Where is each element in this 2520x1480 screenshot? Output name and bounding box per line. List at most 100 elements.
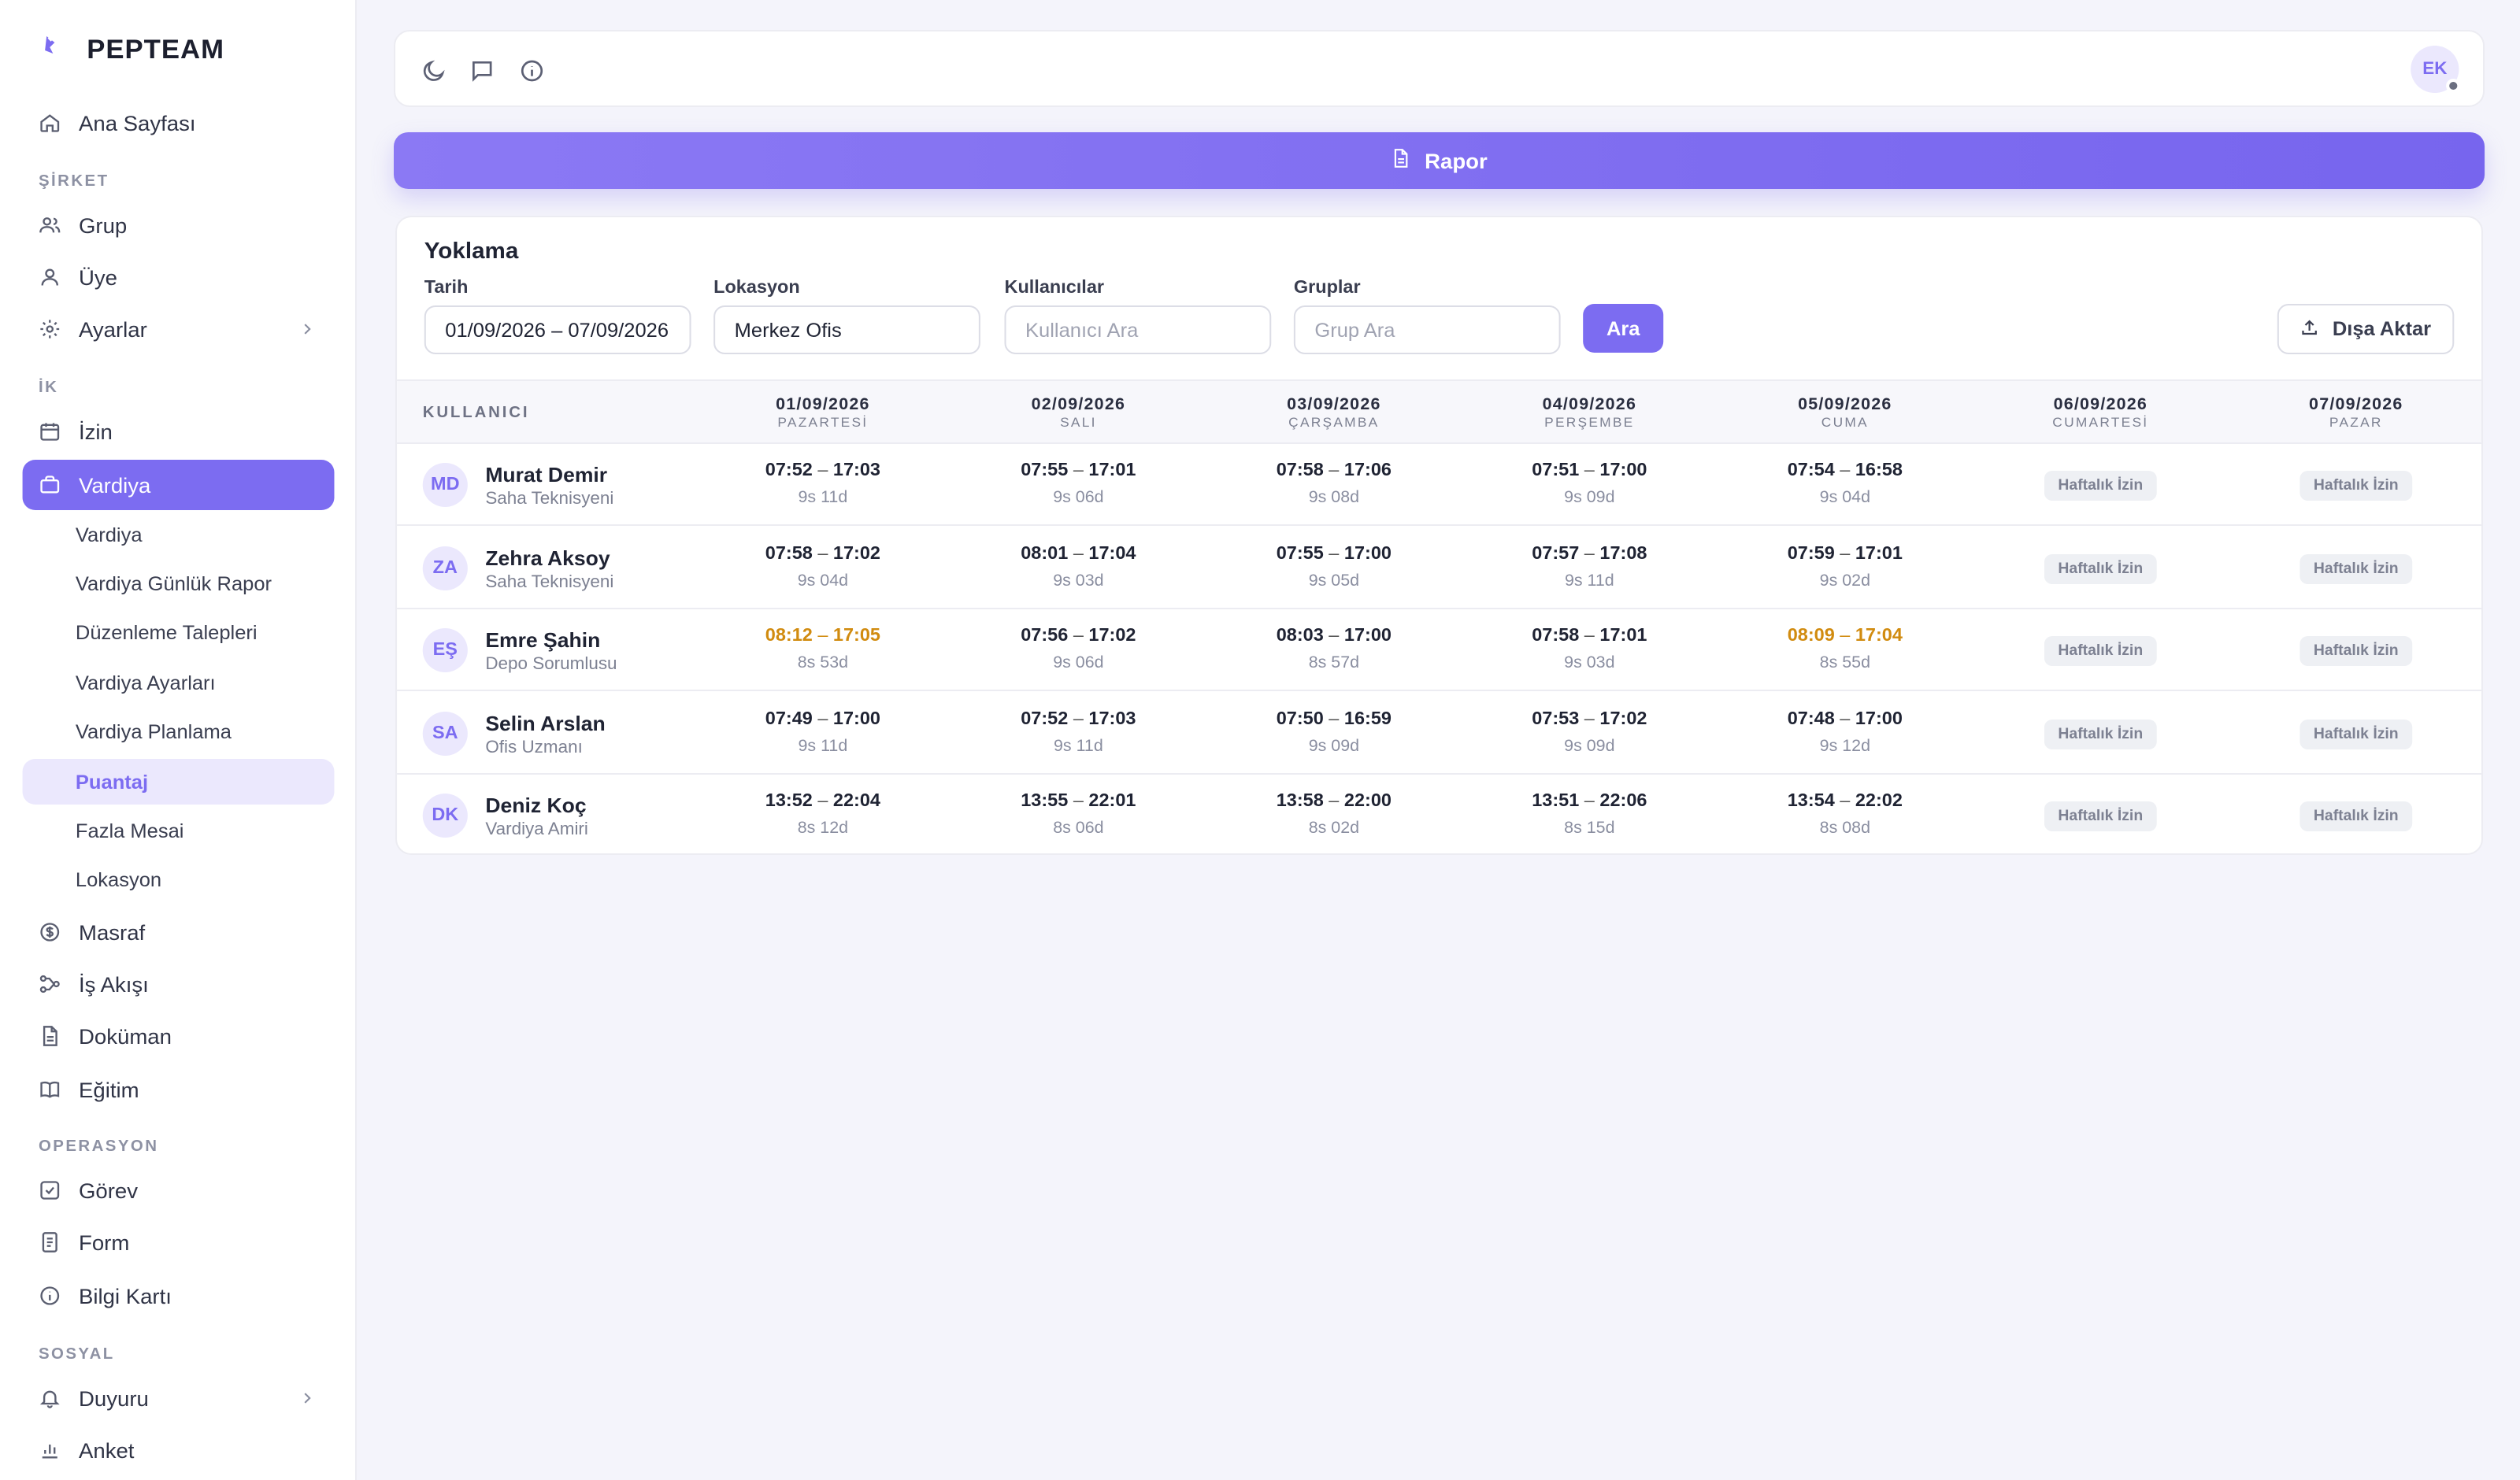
clock-in-time: 07:55	[1021, 461, 1069, 480]
sub-puantaj[interactable]: Puantaj	[22, 759, 335, 805]
brand[interactable]: PEPTEAM	[29, 31, 224, 69]
attendance-cell[interactable]: 07:54 – 16:58 9s 04d	[1748, 460, 1941, 509]
user-name[interactable]: Deniz Koç	[485, 794, 586, 817]
attendance-cell[interactable]: 13:58 – 22:00 8s 02d	[1237, 790, 1430, 839]
clock-in-time: 07:58	[765, 544, 813, 563]
user-name[interactable]: Emre Şahin	[485, 628, 600, 652]
time-separator: –	[1323, 792, 1344, 811]
groups-search-input[interactable]: Grup Ara	[1293, 305, 1561, 354]
attendance-cell[interactable]: 08:12 – 17:05 8s 53d	[726, 625, 919, 674]
attendance-cell[interactable]: 07:52 – 17:03 9s 11d	[726, 460, 919, 509]
nav-form[interactable]: Form	[23, 1217, 335, 1267]
attendance-cell[interactable]: 07:56 – 17:02 9s 06d	[982, 625, 1175, 674]
nav-gorev[interactable]: Görev	[23, 1165, 335, 1215]
user-name[interactable]: Murat Demir	[485, 463, 607, 487]
nav-grup[interactable]: Grup	[23, 200, 335, 250]
nav-uye[interactable]: Üye	[23, 252, 335, 302]
user-name[interactable]: Zehra Aksoy	[485, 546, 610, 569]
nav-vardiya[interactable]: Vardiya	[22, 460, 335, 510]
shift-duration: 9s 03d	[1564, 653, 1615, 672]
attendance-cell[interactable]: 07:50 – 16:59 9s 09d	[1237, 708, 1430, 757]
day-date: 07/09/2026	[2309, 395, 2403, 414]
shift-duration: 9s 09d	[1564, 488, 1615, 507]
nav-label: Form	[78, 1230, 130, 1254]
attendance-cell[interactable]: 07:57 – 17:08 9s 11d	[1493, 542, 1686, 591]
search-button[interactable]: Ara	[1583, 304, 1664, 353]
attendance-cell[interactable]: 13:54 – 22:02 8s 08d	[1748, 790, 1941, 839]
nav-duyuru[interactable]: Duyuru	[23, 1373, 335, 1423]
nav-is-akisi[interactable]: İş Akışı	[23, 959, 335, 1009]
attendance-cell[interactable]: 13:51 – 22:06 8s 15d	[1493, 790, 1686, 839]
nav-izin[interactable]: İzin	[23, 406, 335, 457]
attendance-cell[interactable]: 07:52 – 17:03 9s 11d	[982, 708, 1175, 757]
table-row[interactable]: SA Selin Arslan Ofis Uzmanı 07:49 – 17:00 9s…	[397, 692, 2481, 774]
table-row[interactable]: MD Murat Demir Saha Teknisyeni 07:52 – 17:0…	[397, 444, 2481, 526]
nav-dokuman[interactable]: Doküman	[23, 1011, 335, 1061]
weekly-off-badge: Haftalık İzin	[2044, 471, 2157, 501]
moon-icon[interactable]	[421, 58, 447, 83]
nav-bilgi-karti[interactable]: Bilgi Kartı	[23, 1271, 335, 1321]
sub-vardiya[interactable]: Vardiya	[23, 512, 335, 557]
time-separator: –	[1323, 627, 1344, 646]
sub-fazla-mesai[interactable]: Fazla Mesai	[23, 808, 335, 853]
attendance-cell[interactable]: 07:55 – 17:01 9s 06d	[982, 460, 1175, 509]
day-date: 06/09/2026	[2053, 395, 2148, 414]
date-range-input[interactable]: 01/09/2026 – 07/09/2026	[424, 305, 691, 354]
clock-out-time: 17:05	[832, 627, 880, 646]
table-row[interactable]: ZA Zehra Aksoy Saha Teknisyeni 07:58 – 17:0…	[397, 527, 2481, 609]
nav-ayarlar[interactable]: Ayarlar	[23, 304, 335, 354]
time-separator: –	[812, 544, 833, 563]
user-name[interactable]: Selin Arslan	[485, 711, 605, 734]
clock-out-time: 17:02	[1088, 627, 1136, 646]
users-search-input[interactable]: Kullanıcı Ara	[1004, 305, 1272, 354]
day-weekday: CUMARTESİ	[2052, 414, 2149, 430]
attendance-cell[interactable]: 07:59 – 17:01 9s 02d	[1748, 542, 1941, 591]
sub-duzenleme-talepleri[interactable]: Düzenleme Talepleri	[23, 609, 335, 655]
attendance-cell[interactable]: 07:58 – 17:01 9s 03d	[1493, 625, 1686, 674]
nav-masraf[interactable]: Masraf	[23, 907, 335, 957]
attendance-cell[interactable]: 13:55 – 22:01 8s 06d	[982, 790, 1175, 839]
checkbox-icon	[39, 1179, 61, 1201]
attendance-cell[interactable]: 07:48 – 17:00 9s 12d	[1748, 708, 1941, 757]
shift-duration: 8s 15d	[1564, 819, 1615, 838]
attendance-cell[interactable]: 08:03 – 17:00 8s 57d	[1237, 625, 1430, 674]
attendance-cell[interactable]: 07:55 – 17:00 9s 05d	[1237, 542, 1430, 591]
info-icon[interactable]	[519, 58, 545, 83]
attendance-cell[interactable]: 07:58 – 17:02 9s 04d	[726, 542, 919, 591]
attendance-cell[interactable]: 07:53 – 17:02 9s 09d	[1493, 708, 1686, 757]
table-row[interactable]: EŞ Emre Şahin Depo Sorumlusu 08:12 – 17:05 8…	[397, 609, 2481, 691]
sub-lokasyon[interactable]: Lokasyon	[23, 857, 335, 902]
attendance-cell[interactable]: 07:49 – 17:00 9s 11d	[726, 708, 919, 757]
shift-duration: 9s 06d	[1053, 653, 1104, 672]
attendance-cell[interactable]: 07:51 – 17:00 9s 09d	[1493, 460, 1686, 509]
clock-out-time: 17:03	[832, 461, 880, 480]
nav-home[interactable]: Ana Sayfası	[23, 98, 335, 148]
clock-out-time: 16:59	[1343, 709, 1392, 728]
chat-icon[interactable]	[469, 58, 495, 83]
briefcase-icon	[39, 474, 61, 496]
day-column-header: 03/09/2026 ÇARŞAMBA	[1237, 396, 1430, 431]
attendance-cell[interactable]: 13:52 – 22:04 8s 12d	[726, 790, 919, 839]
table-row[interactable]: DK Deniz Koç Vardiya Amiri 13:52 – 22:04 8s …	[397, 775, 2481, 853]
location-select[interactable]: Merkez Ofis	[713, 305, 980, 354]
clock-out-time: 17:04	[1855, 627, 1903, 646]
sub-vardiya-gunluk-rapor[interactable]: Vardiya Günlük Rapor	[23, 561, 335, 606]
nav-anket[interactable]: Anket	[23, 1425, 335, 1475]
sub-vardiya-planlama[interactable]: Vardiya Planlama	[23, 709, 335, 754]
sub-vardiya-ayarlari[interactable]: Vardiya Ayarları	[23, 660, 335, 705]
export-button[interactable]: Dışa Aktar	[2277, 304, 2455, 354]
attendance-cell[interactable]: 07:58 – 17:06 9s 08d	[1237, 460, 1430, 509]
attendance-cell[interactable]: 08:09 – 17:04 8s 55d	[1748, 625, 1941, 674]
time-separator: –	[1323, 544, 1344, 563]
user-avatar[interactable]: EK	[2411, 46, 2461, 93]
clock-out-time: 17:06	[1343, 461, 1392, 480]
nav-egitim[interactable]: Eğitim	[23, 1064, 335, 1115]
user-role: Saha Teknisyeni	[485, 490, 614, 509]
clock-out-time: 17:08	[1599, 544, 1647, 563]
nav-label: Ana Sayfası	[78, 111, 196, 135]
time-separator: –	[1834, 709, 1855, 728]
time-separator: –	[1068, 627, 1089, 646]
report-button[interactable]: Rapor	[393, 132, 2485, 189]
shift-times: 07:58 – 17:02	[726, 542, 919, 564]
attendance-cell[interactable]: 08:01 – 17:04 9s 03d	[982, 542, 1175, 591]
